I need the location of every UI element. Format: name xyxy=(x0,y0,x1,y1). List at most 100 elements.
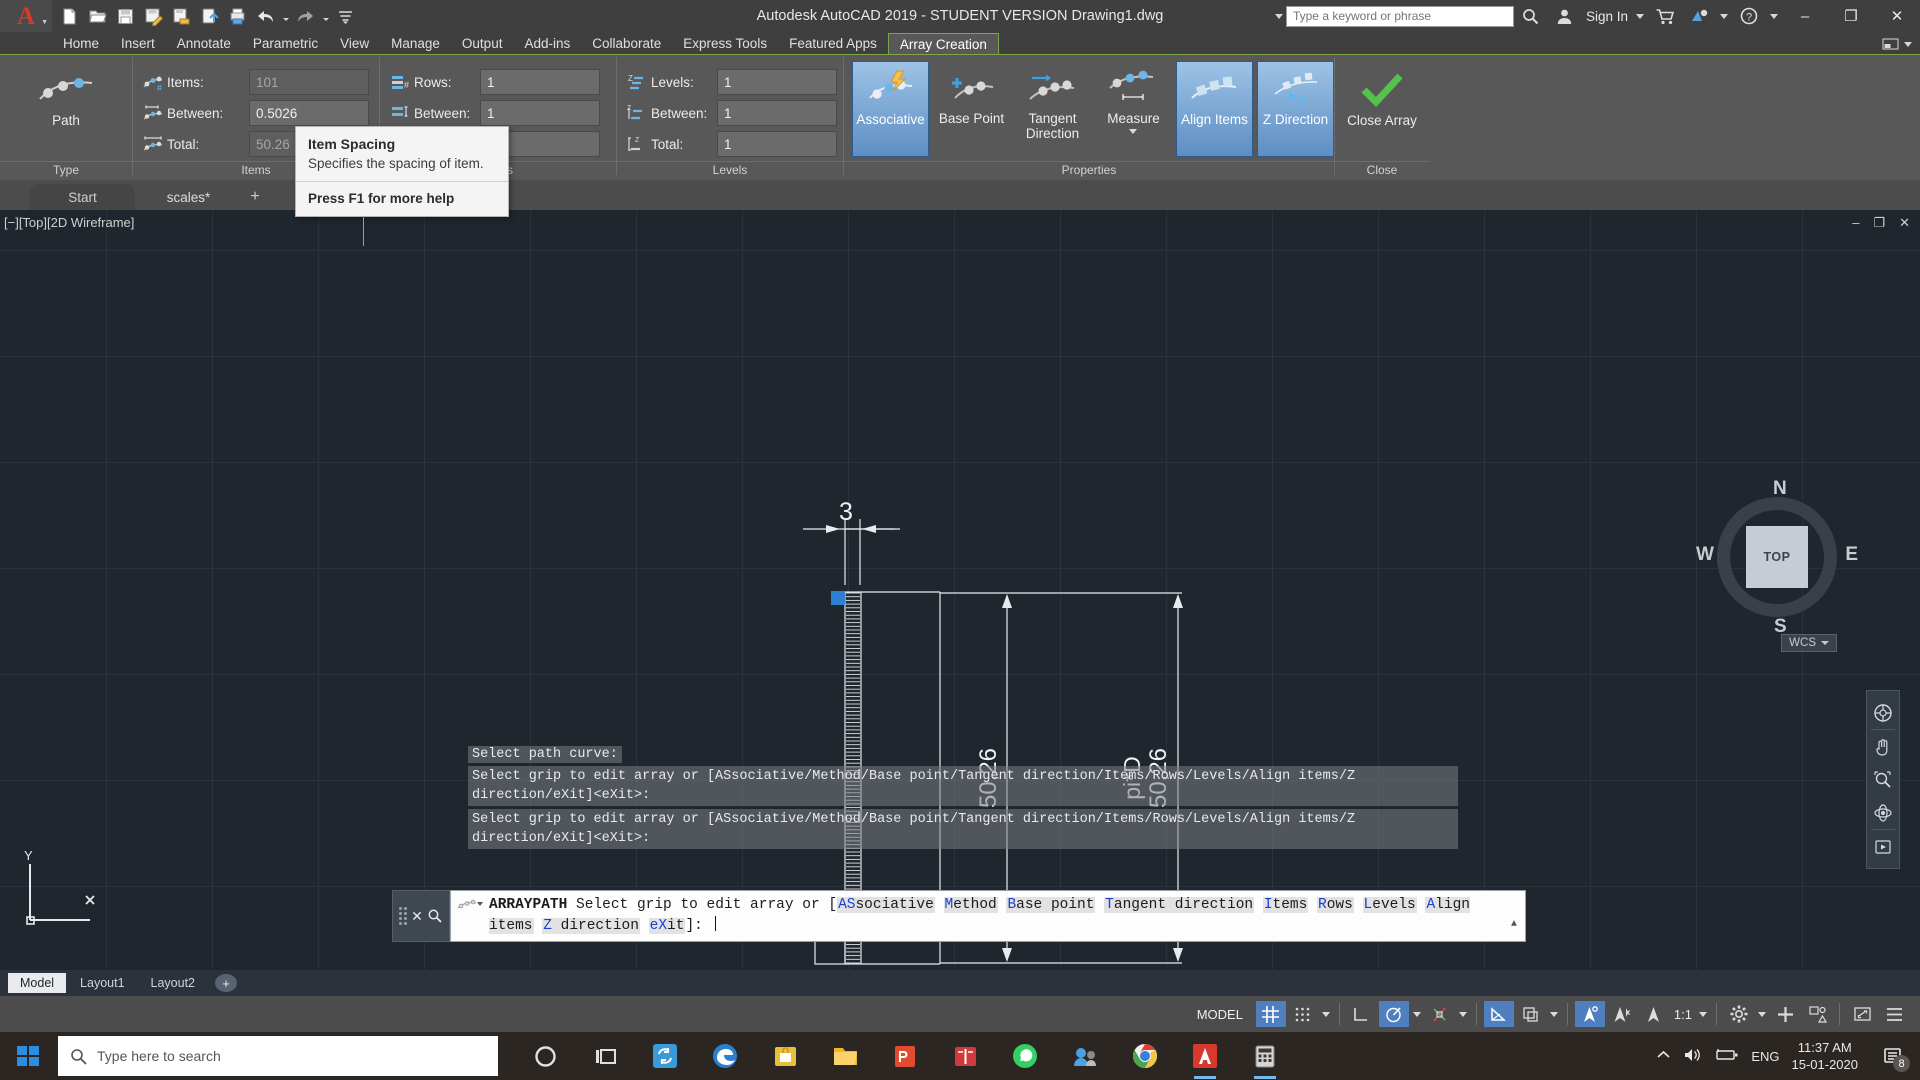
view-cube-north[interactable]: N xyxy=(1773,478,1787,500)
workspace-dropdown-caret-icon[interactable] xyxy=(1755,1001,1769,1027)
redo-dropdown-caret-icon[interactable] xyxy=(320,3,331,30)
measure-button[interactable]: Measure xyxy=(1095,61,1172,157)
model-space-button[interactable]: MODEL xyxy=(1185,1002,1255,1026)
view-cube-east[interactable]: E xyxy=(1845,544,1858,566)
sync-icon[interactable] xyxy=(636,1032,694,1080)
ribbon-tab-featured-apps[interactable]: Featured Apps xyxy=(778,33,888,54)
file-explorer-icon[interactable] xyxy=(816,1032,874,1080)
levels-count-input[interactable] xyxy=(717,69,837,95)
new-icon[interactable] xyxy=(56,3,83,30)
autodesk-account-icon[interactable] xyxy=(1548,0,1582,32)
associative-button[interactable]: Associative xyxy=(852,61,930,157)
command-input-area[interactable]: ARRAYPATH Select grip to edit array or [… xyxy=(450,890,1526,942)
edge-icon[interactable] xyxy=(696,1032,754,1080)
pdf-icon[interactable] xyxy=(876,1032,934,1080)
notification-center-button[interactable]: 8 xyxy=(1870,1032,1914,1080)
view-cube-top-face[interactable]: TOP xyxy=(1746,526,1808,588)
ribbon-tab-annotate[interactable]: Annotate xyxy=(166,33,242,54)
volume-icon[interactable] xyxy=(1683,1046,1703,1067)
shopping-cart-icon[interactable] xyxy=(1648,0,1682,32)
ribbon-tab-array-creation[interactable]: Array Creation xyxy=(887,33,999,54)
save-icon[interactable] xyxy=(112,3,139,30)
chrome-icon[interactable] xyxy=(1116,1032,1174,1080)
pan-hand-icon[interactable] xyxy=(1868,730,1898,763)
isometric-drafting-icon[interactable] xyxy=(1483,1001,1514,1027)
ribbon-tab-collaborate[interactable]: Collaborate xyxy=(581,33,672,54)
isolate-objects-icon[interactable] xyxy=(1802,1001,1832,1027)
close-button[interactable]: ✕ xyxy=(1874,0,1920,32)
steering-wheel-icon[interactable] xyxy=(1868,696,1898,729)
taskbar-search-box[interactable]: Type here to search xyxy=(58,1036,498,1076)
z-direction-button[interactable]: Z Z Direction xyxy=(1256,61,1334,157)
hardware-acceleration-icon[interactable] xyxy=(1770,1001,1800,1027)
language-indicator[interactable]: ENG xyxy=(1751,1049,1779,1064)
orbit-icon[interactable] xyxy=(1868,796,1898,829)
snap-dropdown-caret-icon[interactable] xyxy=(1319,1001,1333,1027)
undo-icon[interactable] xyxy=(252,3,279,30)
plot-icon[interactable] xyxy=(224,3,251,30)
base-point-button[interactable]: Base Point xyxy=(933,61,1010,157)
polar-tracking-icon[interactable] xyxy=(1378,1001,1409,1027)
drawing-canvas[interactable]: [−][Top][2D Wireframe] – ❐ ✕ 3 TOP N S E… xyxy=(0,210,1920,970)
redo-icon[interactable] xyxy=(292,3,319,30)
customization-icon[interactable] xyxy=(1879,1001,1909,1027)
scale-dropdown-caret-icon[interactable] xyxy=(1696,1001,1710,1027)
osnap-dropdown-caret-icon[interactable] xyxy=(1456,1001,1470,1027)
help-icon[interactable]: ? xyxy=(1732,0,1766,32)
items-count-input[interactable] xyxy=(249,69,369,95)
array-type-path-button[interactable]: Path xyxy=(18,61,114,128)
sign-in-caret-icon[interactable] xyxy=(1632,13,1648,19)
workspace-switching-icon[interactable] xyxy=(1724,1001,1754,1027)
start-button[interactable] xyxy=(0,1032,56,1080)
autocad-logo-button[interactable]: A ▼ xyxy=(0,0,52,32)
search-input[interactable] xyxy=(1285,5,1514,27)
maximize-button[interactable]: ❐ xyxy=(1828,0,1874,32)
layout-tab-layout2[interactable]: Layout2 xyxy=(139,973,207,993)
book-icon[interactable] xyxy=(936,1032,994,1080)
fullscreen-icon[interactable] xyxy=(1847,1001,1877,1027)
align-items-button[interactable]: Align Items xyxy=(1175,61,1253,157)
command-search-icon[interactable] xyxy=(427,908,443,924)
whatsapp-icon[interactable] xyxy=(996,1032,1054,1080)
command-history-expand-icon[interactable]: ▲ xyxy=(1511,914,1517,935)
row-spacing-input[interactable] xyxy=(480,100,600,126)
team-icon[interactable] xyxy=(1056,1032,1114,1080)
measure-dropdown-caret-icon[interactable] xyxy=(1129,129,1138,134)
level-spacing-input[interactable] xyxy=(717,100,837,126)
drag-handle-icon[interactable] xyxy=(399,903,408,929)
object-snap-tracking-icon[interactable] xyxy=(1516,1001,1546,1027)
autocad-icon[interactable] xyxy=(1176,1032,1234,1080)
annotation-scale-value[interactable]: 1:1 xyxy=(1670,1007,1696,1022)
cloud-upload-icon[interactable] xyxy=(196,3,223,30)
save-as-icon[interactable] xyxy=(140,3,167,30)
customize-icon[interactable] xyxy=(332,3,359,30)
close-array-button[interactable]: Close Array xyxy=(1345,61,1419,157)
store-icon[interactable] xyxy=(756,1032,814,1080)
layout-tab-layout1[interactable]: Layout1 xyxy=(68,973,136,993)
item-spacing-input[interactable] xyxy=(249,100,369,126)
open-icon[interactable] xyxy=(84,3,111,30)
sign-in-button[interactable]: Sign In xyxy=(1582,9,1632,24)
zoom-extents-icon[interactable] xyxy=(1868,763,1898,796)
layout-tab-model[interactable]: Model xyxy=(8,973,67,993)
ribbon-display-options[interactable] xyxy=(1882,38,1920,54)
polar-dropdown-caret-icon[interactable] xyxy=(1410,1001,1424,1027)
ortho-mode-icon[interactable] xyxy=(1347,1001,1377,1027)
ribbon-tab-parametric[interactable]: Parametric xyxy=(242,33,329,54)
file-tab-scales[interactable]: scales* xyxy=(136,184,241,210)
new-file-tab-button[interactable]: + xyxy=(242,184,268,210)
ribbon-tab-manage[interactable]: Manage xyxy=(380,33,451,54)
annotation-scale-icon[interactable] xyxy=(1639,1001,1669,1027)
annotation-visibility-icon[interactable] xyxy=(1574,1001,1605,1027)
help-caret-icon[interactable] xyxy=(1766,13,1782,19)
ribbon-tab-insert[interactable]: Insert xyxy=(110,33,166,54)
minimize-button[interactable]: – xyxy=(1782,0,1828,32)
undo-dropdown-caret-icon[interactable] xyxy=(280,3,291,30)
tangent-direction-button[interactable]: Tangent Direction xyxy=(1014,61,1091,157)
close-icon[interactable]: ✕ xyxy=(411,908,423,925)
calculator-icon[interactable] xyxy=(1236,1032,1294,1080)
ribbon-tab-home[interactable]: Home xyxy=(52,33,110,54)
view-cube-west[interactable]: W xyxy=(1696,544,1714,566)
snap-mode-icon[interactable] xyxy=(1288,1001,1318,1027)
cortana-icon[interactable] xyxy=(516,1032,574,1080)
